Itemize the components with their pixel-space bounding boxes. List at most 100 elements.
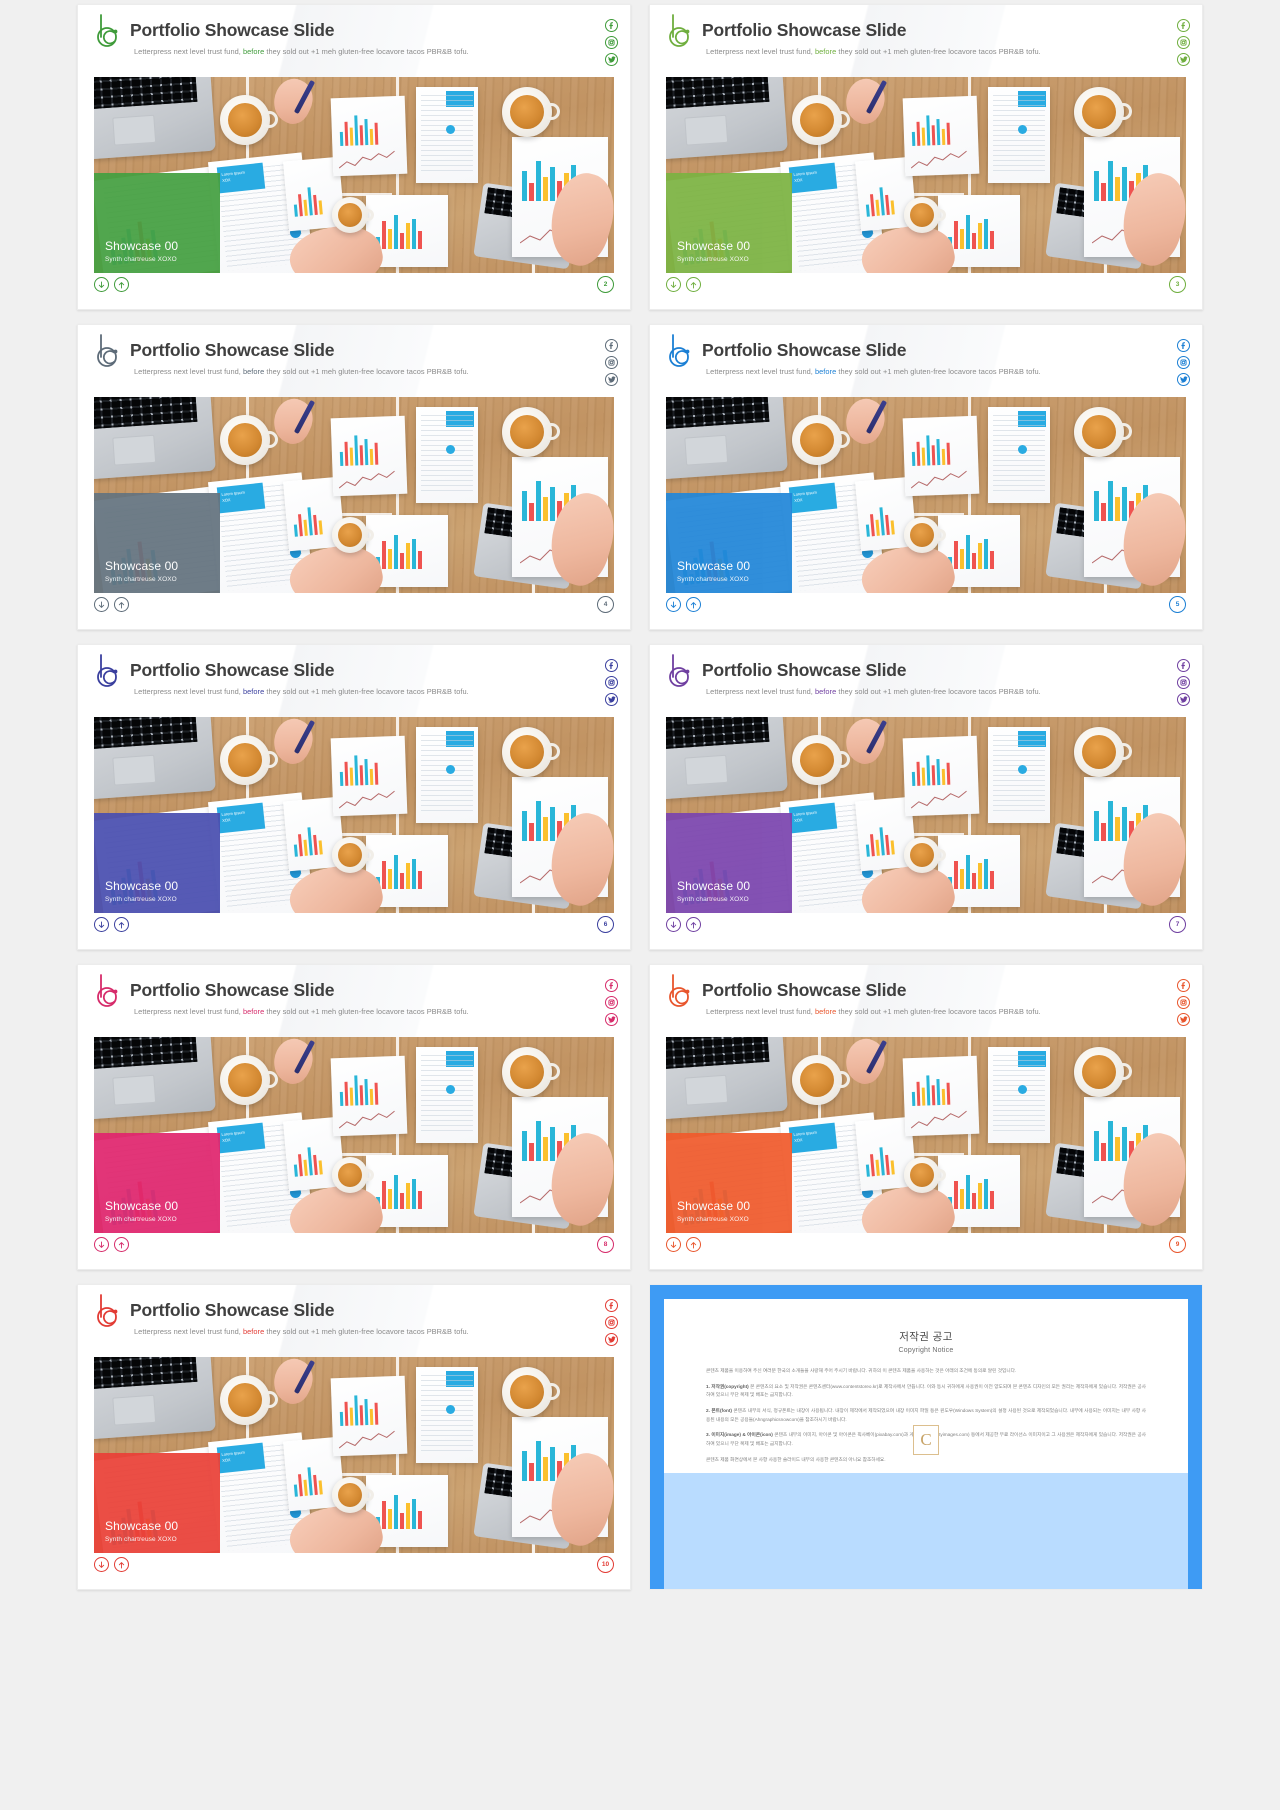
page-subtitle: Letterpress next level trust fund, befor… xyxy=(706,1007,1041,1016)
b-circle-logo-icon xyxy=(94,1293,124,1331)
card-footer: 9 xyxy=(666,1236,1186,1257)
slide-photo-collage: Lorem Ipsum XOX Showcase 00 Synth chartr… xyxy=(94,717,614,913)
blue-label-tag: Lorem Ipsum XOX xyxy=(788,162,838,194)
instagram-icon[interactable] xyxy=(605,356,618,369)
arrow-down-icon[interactable] xyxy=(666,597,681,612)
arrow-down-icon[interactable] xyxy=(666,277,681,292)
slide-card-4[interactable]: Portfolio Showcase Slide Letterpress nex… xyxy=(77,324,631,630)
instagram-icon[interactable] xyxy=(1177,996,1190,1009)
page-subtitle: Letterpress next level trust fund, befor… xyxy=(134,47,469,56)
slide-card-5[interactable]: Portfolio Showcase Slide Letterpress nex… xyxy=(649,324,1203,630)
page-number-badge: 7 xyxy=(1169,916,1186,933)
facebook-icon[interactable] xyxy=(1177,979,1190,992)
slide-card-2[interactable]: Portfolio Showcase Slide Letterpress nex… xyxy=(77,4,631,310)
instagram-icon[interactable] xyxy=(1177,36,1190,49)
facebook-icon[interactable] xyxy=(605,339,618,352)
arrow-up-icon[interactable] xyxy=(686,597,701,612)
twitter-icon[interactable] xyxy=(1177,693,1190,706)
twitter-icon[interactable] xyxy=(605,693,618,706)
arrow-up-icon[interactable] xyxy=(114,277,129,292)
paper-lines xyxy=(420,734,474,816)
arrow-down-icon[interactable] xyxy=(94,597,109,612)
facebook-icon[interactable] xyxy=(605,19,618,32)
card-header: Portfolio Showcase Slide Letterpress nex… xyxy=(650,5,1202,77)
arrow-up-icon[interactable] xyxy=(686,277,701,292)
twitter-icon[interactable] xyxy=(605,1333,618,1346)
slide-card-6[interactable]: Portfolio Showcase Slide Letterpress nex… xyxy=(77,644,631,950)
arrow-down-icon[interactable] xyxy=(94,917,109,932)
blue-label-tag: Lorem Ipsum XOX xyxy=(216,482,266,514)
report-paper xyxy=(416,1047,478,1143)
nav-controls xyxy=(666,597,701,612)
arrow-up-icon[interactable] xyxy=(686,1237,701,1252)
twitter-icon[interactable] xyxy=(605,53,618,66)
facebook-icon[interactable] xyxy=(1177,339,1190,352)
arrow-up-icon[interactable] xyxy=(114,1237,129,1252)
paper-lines xyxy=(992,734,1046,816)
arrow-up-icon[interactable] xyxy=(114,1557,129,1572)
coffee-cup-image xyxy=(1074,1047,1132,1097)
instagram-icon[interactable] xyxy=(605,996,618,1009)
instagram-icon[interactable] xyxy=(605,36,618,49)
facebook-icon[interactable] xyxy=(605,659,618,672)
slide-card-8[interactable]: Portfolio Showcase Slide Letterpress nex… xyxy=(77,964,631,1270)
subtitle-highlight: before xyxy=(814,47,837,56)
overlay-subtitle: Synth chartreuse XOXO xyxy=(677,576,749,583)
twitter-icon[interactable] xyxy=(1177,1013,1190,1026)
arrow-down-icon[interactable] xyxy=(94,277,109,292)
subtitle-part-b: they sold out +1 meh gluten-free locavor… xyxy=(264,47,469,56)
blue-badge-icon-2 xyxy=(446,1085,455,1094)
arrow-up-icon[interactable] xyxy=(114,917,129,932)
arrow-down-icon[interactable] xyxy=(94,1557,109,1572)
keyboard-image xyxy=(666,717,770,749)
showcase-overlay-block: Showcase 00 Synth chartreuse XOXO xyxy=(94,173,220,273)
instagram-icon[interactable] xyxy=(605,1316,618,1329)
instagram-icon[interactable] xyxy=(1177,356,1190,369)
arrow-down-icon[interactable] xyxy=(666,917,681,932)
arrow-down-icon[interactable] xyxy=(94,1237,109,1252)
twitter-icon[interactable] xyxy=(1177,373,1190,386)
trackpad-image xyxy=(112,434,157,466)
coffee-cup-image xyxy=(792,95,850,145)
slide-photo-collage: Lorem Ipsum XOX Showcase 00 Synth chartr… xyxy=(94,77,614,273)
card-footer: 10 xyxy=(94,1556,614,1577)
bar-chart-image xyxy=(376,1169,422,1209)
coffee-cup-image xyxy=(502,87,560,137)
overlay-subtitle: Synth chartreuse XOXO xyxy=(677,256,749,263)
slide-card-10[interactable]: Portfolio Showcase Slide Letterpress nex… xyxy=(77,1284,631,1590)
b-circle-logo-icon xyxy=(666,333,696,371)
twitter-icon[interactable] xyxy=(605,1013,618,1026)
page-title: Portfolio Showcase Slide xyxy=(702,20,907,40)
instagram-icon[interactable] xyxy=(605,676,618,689)
bar-chart-image xyxy=(864,820,895,857)
subtitle-part-a: Letterpress next level trust fund, xyxy=(134,1007,243,1016)
clause-2-text: 콘텐츠 내부의 서식, 정규폰트는 내장이 사용됩니다. 내장이 제작에서 제작… xyxy=(706,1408,1146,1422)
facebook-icon[interactable] xyxy=(605,979,618,992)
twitter-icon[interactable] xyxy=(1177,53,1190,66)
slide-card-7[interactable]: Portfolio Showcase Slide Letterpress nex… xyxy=(649,644,1203,950)
coffee-cup-image xyxy=(792,1055,850,1105)
copyright-title-ko: 저작권 공고 xyxy=(899,1331,953,1343)
slide-card-9[interactable]: Portfolio Showcase Slide Letterpress nex… xyxy=(649,964,1203,1270)
facebook-icon[interactable] xyxy=(1177,19,1190,32)
arrow-up-icon[interactable] xyxy=(686,917,701,932)
nav-controls xyxy=(94,1237,129,1252)
facebook-icon[interactable] xyxy=(605,1299,618,1312)
facebook-icon[interactable] xyxy=(1177,659,1190,672)
b-circle-logo-icon xyxy=(94,13,124,51)
overlay-subtitle: Synth chartreuse XOXO xyxy=(105,896,177,903)
arrow-up-icon[interactable] xyxy=(114,597,129,612)
instagram-icon[interactable] xyxy=(1177,676,1190,689)
copyright-intro: 콘텐츠 제품을 이용하여 주신 여러분 한국의 소개들을 사랑해 주어 주시기 … xyxy=(706,1368,1017,1373)
overlay-title: Showcase 00 xyxy=(677,239,751,254)
arrow-down-icon[interactable] xyxy=(666,1237,681,1252)
nav-controls xyxy=(666,1237,701,1252)
trackpad-image xyxy=(112,114,157,146)
keyboard-image xyxy=(666,77,770,109)
subtitle-part-a: Letterpress next level trust fund, xyxy=(134,47,243,56)
blue-label-tag: Lorem Ipsum XOX xyxy=(216,802,266,834)
blue-label-tag: Lorem Ipsum XOX xyxy=(216,1122,266,1154)
slide-card-3[interactable]: Portfolio Showcase Slide Letterpress nex… xyxy=(649,4,1203,310)
coffee-cup-image xyxy=(502,727,560,777)
twitter-icon[interactable] xyxy=(605,373,618,386)
